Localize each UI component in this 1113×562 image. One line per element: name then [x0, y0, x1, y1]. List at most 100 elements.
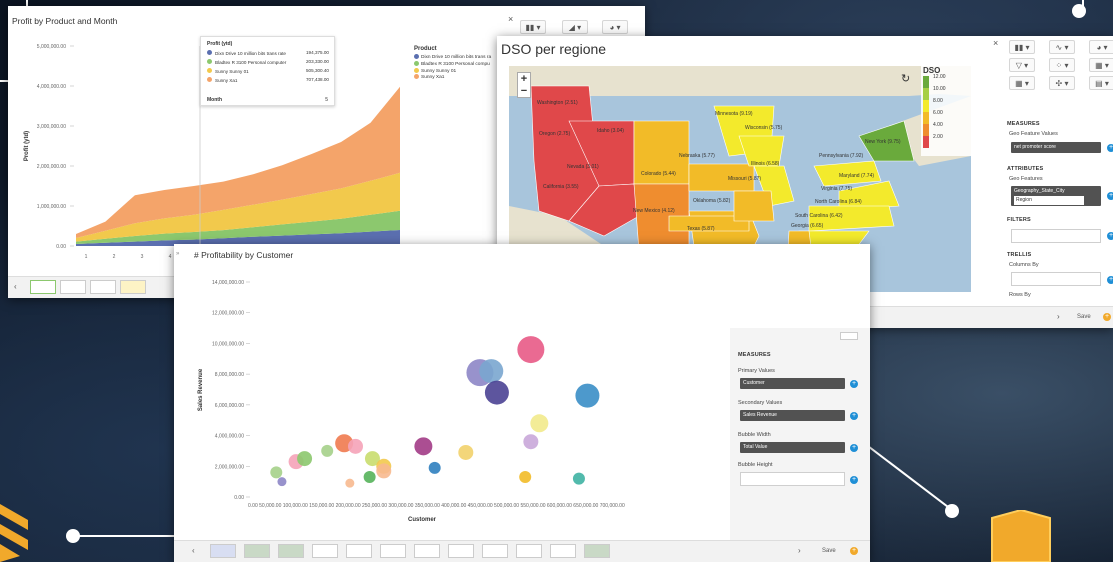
- map-region-label[interactable]: Texas (5.87): [687, 226, 715, 232]
- add-icon[interactable]: +: [850, 444, 858, 452]
- bubble[interactable]: [428, 461, 441, 474]
- filters-drop-area[interactable]: [1011, 229, 1101, 243]
- pie-chart-icon[interactable]: ◕ ▾: [1089, 40, 1113, 54]
- map-region-label[interactable]: Minnesota (9.19): [715, 111, 753, 117]
- bubble[interactable]: [347, 438, 363, 454]
- bubble[interactable]: [376, 463, 392, 479]
- map-region-label[interactable]: Virginia (7.75): [821, 186, 852, 192]
- add-icon[interactable]: +: [850, 412, 858, 420]
- columns-by-drop-area[interactable]: [1011, 272, 1101, 286]
- scatter-icon[interactable]: ⁘ ▾: [1049, 58, 1075, 72]
- thumbnail[interactable]: [550, 544, 576, 558]
- bar-chart-icon[interactable]: ▮▮ ▾: [1009, 40, 1035, 54]
- legend-item[interactable]: Dixn Drive 10 million bits trans ra: [414, 54, 506, 60]
- chevron-double-right-icon[interactable]: »: [176, 251, 179, 257]
- zoom-controls[interactable]: + −: [517, 72, 531, 98]
- bubble[interactable]: [297, 451, 313, 467]
- bubble[interactable]: [484, 380, 509, 405]
- close-icon[interactable]: ×: [508, 14, 513, 24]
- add-icon[interactable]: +: [1107, 232, 1113, 240]
- bubble[interactable]: [479, 359, 504, 384]
- pie-chart-icon[interactable]: ◕ ▾: [602, 20, 628, 34]
- add-icon[interactable]: +: [1107, 144, 1113, 152]
- map-region-label[interactable]: Idaho (3.04): [597, 128, 624, 134]
- map-region-label[interactable]: North Carolina (6.84): [815, 199, 862, 205]
- bubble[interactable]: [523, 434, 539, 450]
- thumbnail[interactable]: [244, 544, 270, 558]
- chevron-right-icon[interactable]: ›: [1057, 312, 1060, 321]
- legend-item[interactable]: Sunny Sunny 01: [414, 67, 506, 73]
- map-region-label[interactable]: California (3.55): [543, 184, 579, 190]
- bubble[interactable]: [345, 478, 355, 488]
- add-icon[interactable]: +: [850, 547, 858, 555]
- map-region-label[interactable]: New Mexico (4.12): [633, 208, 675, 214]
- area-chart-icon[interactable]: ◢ ▾: [562, 20, 588, 34]
- bubble[interactable]: [363, 471, 376, 484]
- bubble[interactable]: [321, 444, 334, 457]
- table-icon[interactable]: ▦ ▾: [1009, 76, 1035, 90]
- thumbnail[interactable]: [584, 544, 610, 558]
- map-region-label[interactable]: Nevada (3.01): [567, 164, 599, 170]
- map-region-label[interactable]: South Carolina (6.42): [795, 213, 843, 219]
- add-icon[interactable]: +: [850, 380, 858, 388]
- map-region-label[interactable]: Colorado (5.44): [641, 171, 676, 177]
- add-icon[interactable]: +: [850, 476, 858, 484]
- bubble[interactable]: [517, 336, 545, 364]
- thumbnail[interactable]: [60, 280, 86, 294]
- chevron-left-icon[interactable]: ‹: [14, 282, 17, 291]
- attribute-pill[interactable]: Geography_State_City Region: [1011, 186, 1101, 206]
- bubble-height-drop-area[interactable]: [740, 472, 845, 486]
- add-icon[interactable]: +: [1107, 276, 1113, 284]
- map-region-label[interactable]: Wisconsin (5.75): [745, 125, 782, 131]
- bubble[interactable]: [414, 437, 433, 456]
- bubble[interactable]: [575, 383, 600, 408]
- bubble-width-pill[interactable]: Total Value: [740, 442, 845, 453]
- map-region-label[interactable]: Pennsylvania (7.92): [819, 153, 863, 159]
- thumbnail[interactable]: [90, 280, 116, 294]
- thumbnail[interactable]: [312, 544, 338, 558]
- bubble[interactable]: [572, 472, 585, 485]
- bubble[interactable]: [270, 466, 283, 479]
- thumbnail[interactable]: [380, 544, 406, 558]
- thumbnail[interactable]: [30, 280, 56, 294]
- combo-chart-icon[interactable]: ▤ ▾: [1089, 76, 1113, 90]
- map-icon[interactable]: ▦ ▾: [1089, 58, 1113, 72]
- reset-view-icon[interactable]: ↻: [901, 72, 910, 85]
- bubble[interactable]: [530, 414, 549, 433]
- thumbnail[interactable]: [482, 544, 508, 558]
- line-chart-icon[interactable]: ∿ ▾: [1049, 40, 1075, 54]
- close-icon[interactable]: ×: [993, 38, 998, 48]
- save-button[interactable]: Save: [1077, 314, 1091, 320]
- chevron-left-icon[interactable]: ‹: [192, 546, 195, 555]
- network-icon[interactable]: ✣ ▾: [1049, 76, 1075, 90]
- map-region-label[interactable]: Maryland (7.74): [839, 173, 874, 179]
- map-region-label[interactable]: Georgia (6.65): [791, 223, 823, 229]
- chevron-right-icon[interactable]: ›: [798, 546, 801, 555]
- thumbnail[interactable]: [516, 544, 542, 558]
- map-region-label[interactable]: Oklahoma (5.82): [693, 198, 730, 204]
- map-region-label[interactable]: Illinois (6.58): [751, 161, 779, 167]
- map-region-label[interactable]: Missouri (5.87): [728, 176, 761, 182]
- map-region-label[interactable]: New York (9.75): [865, 139, 901, 145]
- thumbnail[interactable]: [448, 544, 474, 558]
- bubble[interactable]: [458, 444, 474, 460]
- add-icon[interactable]: +: [1103, 313, 1111, 321]
- funnel-icon[interactable]: ▽ ▾: [1009, 58, 1035, 72]
- thumbnail[interactable]: [120, 280, 146, 294]
- measure-pill[interactable]: net promoter score: [1011, 142, 1101, 153]
- bubble[interactable]: [519, 471, 532, 484]
- thumbnail[interactable]: [278, 544, 304, 558]
- secondary-pill[interactable]: Sales Revenue: [740, 410, 845, 421]
- panel-toggle[interactable]: [840, 332, 858, 340]
- save-button[interactable]: Save: [822, 548, 836, 554]
- primary-pill[interactable]: Customer: [740, 378, 845, 389]
- bubble[interactable]: [277, 477, 287, 487]
- map-region-label[interactable]: Oregon (2.75): [539, 131, 570, 137]
- thumbnail[interactable]: [346, 544, 372, 558]
- add-icon[interactable]: +: [1107, 192, 1113, 200]
- legend-item[interactable]: Bladtex R 3100 Personal compu: [414, 60, 506, 67]
- legend-item[interactable]: Sunny Xa1: [414, 74, 506, 80]
- map-region-label[interactable]: Nebraska (5.77): [679, 153, 715, 159]
- map-region-label[interactable]: Washington (2.51): [537, 100, 578, 106]
- thumbnail[interactable]: [414, 544, 440, 558]
